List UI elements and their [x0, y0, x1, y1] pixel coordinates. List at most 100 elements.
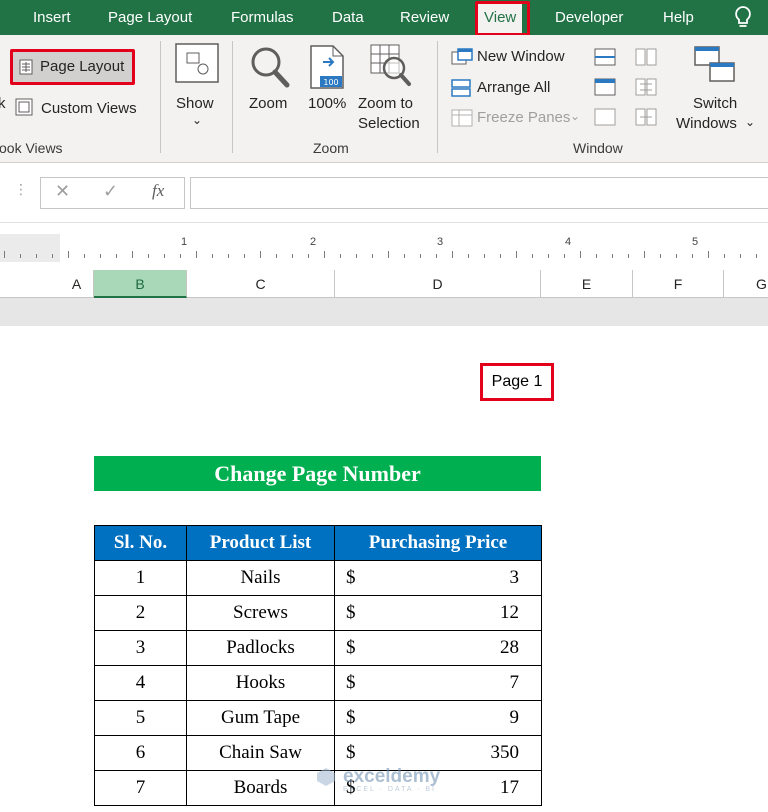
- insert-function-icon[interactable]: fx: [152, 181, 164, 201]
- banner-title[interactable]: Change Page Number: [94, 456, 541, 491]
- table-row: 1 Nails $3: [94, 560, 542, 596]
- cell-product[interactable]: Hooks: [186, 665, 335, 701]
- zoom-100-button[interactable]: 100 100%: [305, 41, 353, 121]
- split-icon[interactable]: [594, 48, 616, 71]
- currency-symbol: $: [346, 637, 356, 658]
- switch-windows-icon: [694, 45, 736, 90]
- ruler-tick: [260, 251, 261, 258]
- ruler-tick: [116, 254, 117, 258]
- ruler-number: 1: [181, 236, 188, 248]
- price-value: 350: [490, 742, 520, 763]
- header-product-list[interactable]: Product List: [186, 525, 335, 561]
- page-gap: [0, 298, 768, 326]
- column-header-f[interactable]: F: [633, 270, 724, 298]
- currency-symbol: $: [346, 742, 356, 763]
- tab-help[interactable]: Help: [663, 0, 694, 35]
- enter-check-icon[interactable]: ✓: [103, 181, 118, 202]
- column-header-b[interactable]: B: [94, 270, 187, 298]
- ruler-tick: [452, 251, 453, 258]
- tab-insert[interactable]: Insert: [33, 0, 71, 35]
- tab-formulas[interactable]: Formulas: [231, 0, 294, 35]
- horizontal-ruler: 1 2 3 4 5: [0, 234, 768, 262]
- column-header-e[interactable]: E: [541, 270, 633, 298]
- cell-price[interactable]: $3: [334, 560, 542, 596]
- new-window-button[interactable]: New Window: [450, 46, 580, 68]
- tab-developer[interactable]: Developer: [555, 0, 623, 35]
- formula-bar: ⋮ ✕ ✓ fx: [0, 163, 768, 223]
- tab-page-layout[interactable]: Page Layout: [108, 0, 192, 35]
- page-layout-label: Page Layout: [40, 58, 125, 75]
- hide-icon[interactable]: [594, 78, 616, 101]
- cancel-icon[interactable]: ✕: [55, 181, 70, 202]
- cell-price[interactable]: $28: [334, 630, 542, 666]
- cell-product[interactable]: Nails: [186, 560, 335, 596]
- cell-price[interactable]: $9: [334, 700, 542, 736]
- synchronous-scrolling-icon[interactable]: [635, 78, 657, 101]
- new-window-icon: [451, 48, 473, 71]
- watermark-name: exceldemy: [343, 765, 441, 787]
- switch-windows-button[interactable]: Switch Windows ⌄: [672, 41, 762, 137]
- custom-views-label[interactable]: Custom Views: [41, 100, 137, 117]
- unhide-icon[interactable]: [594, 108, 616, 131]
- cell-product[interactable]: Gum Tape: [186, 700, 335, 736]
- zoom-button[interactable]: Zoom: [245, 41, 295, 121]
- lightbulb-icon[interactable]: [732, 5, 754, 36]
- show-button[interactable]: Show ⌄: [170, 39, 226, 135]
- new-window-label: New Window: [477, 48, 565, 65]
- cell-product[interactable]: Chain Saw: [186, 735, 335, 771]
- tab-data[interactable]: Data: [332, 0, 364, 35]
- cell-price[interactable]: $12: [334, 595, 542, 631]
- column-header-a[interactable]: A: [60, 270, 94, 298]
- header-sl-no[interactable]: Sl. No.: [94, 525, 187, 561]
- cell-sl[interactable]: 3: [94, 630, 187, 666]
- freeze-panes-button[interactable]: Freeze Panes ⌄: [450, 107, 590, 129]
- cell-sl[interactable]: 5: [94, 700, 187, 736]
- tab-review[interactable]: Review: [400, 0, 449, 35]
- view-side-by-side-icon[interactable]: [635, 48, 657, 71]
- data-table: Sl. No. Product List Purchasing Price 1 …: [94, 525, 542, 806]
- ribbon-separator: [232, 41, 233, 153]
- cell-product[interactable]: Screws: [186, 595, 335, 631]
- header-purchasing-price[interactable]: Purchasing Price: [334, 525, 542, 561]
- cell-sl[interactable]: 7: [94, 770, 187, 806]
- column-header-d[interactable]: D: [335, 270, 541, 298]
- tab-view[interactable]: View: [478, 2, 523, 35]
- currency-symbol: $: [346, 567, 356, 588]
- ruler-tick: [100, 254, 101, 258]
- table-row: 4 Hooks $7: [94, 665, 542, 701]
- ruler-tick: [484, 254, 485, 258]
- magnifier-icon: [249, 45, 291, 94]
- ruler-tick: [164, 254, 165, 258]
- ruler-tick: [20, 254, 21, 258]
- ruler-tick: [36, 254, 37, 258]
- formula-input[interactable]: [190, 177, 768, 209]
- reset-window-position-icon[interactable]: [635, 108, 657, 131]
- zoom-to-selection-button[interactable]: Zoom to Selection: [358, 41, 428, 137]
- arrange-all-button[interactable]: Arrange All: [450, 77, 580, 99]
- custom-views-icon[interactable]: [15, 97, 35, 122]
- workbook-views-partial-text: k: [0, 95, 6, 112]
- column-header-c[interactable]: C: [187, 270, 335, 298]
- table-row: 2 Screws $12: [94, 595, 542, 631]
- column-header-g[interactable]: G: [724, 270, 768, 298]
- ruler-tick: [340, 254, 341, 258]
- cell-sl[interactable]: 6: [94, 735, 187, 771]
- vertical-ellipsis-icon[interactable]: ⋮: [14, 181, 28, 198]
- cell-sl[interactable]: 1: [94, 560, 187, 596]
- zoom-group-label: Zoom: [313, 140, 349, 156]
- ruler-tick: [532, 254, 533, 258]
- ruler-number: 5: [692, 236, 699, 248]
- cell-sl[interactable]: 2: [94, 595, 187, 631]
- cell-product[interactable]: Boards: [186, 770, 335, 806]
- cell-price[interactable]: $7: [334, 665, 542, 701]
- cell-product[interactable]: Padlocks: [186, 630, 335, 666]
- ruler-tick: [52, 254, 53, 258]
- worksheet-page[interactable]: Page 1 Change Page Number Sl. No. Produc…: [0, 326, 768, 812]
- page-layout-view-button[interactable]: Page Layout: [13, 52, 132, 82]
- table-row: 5 Gum Tape $9: [94, 700, 542, 736]
- watermark: exceldemy EXCEL · DATA · BI: [315, 766, 440, 793]
- ruler-tick: [548, 254, 549, 258]
- arrange-all-icon: [451, 79, 471, 102]
- cell-sl[interactable]: 4: [94, 665, 187, 701]
- page-number-header[interactable]: Page 1: [480, 363, 554, 401]
